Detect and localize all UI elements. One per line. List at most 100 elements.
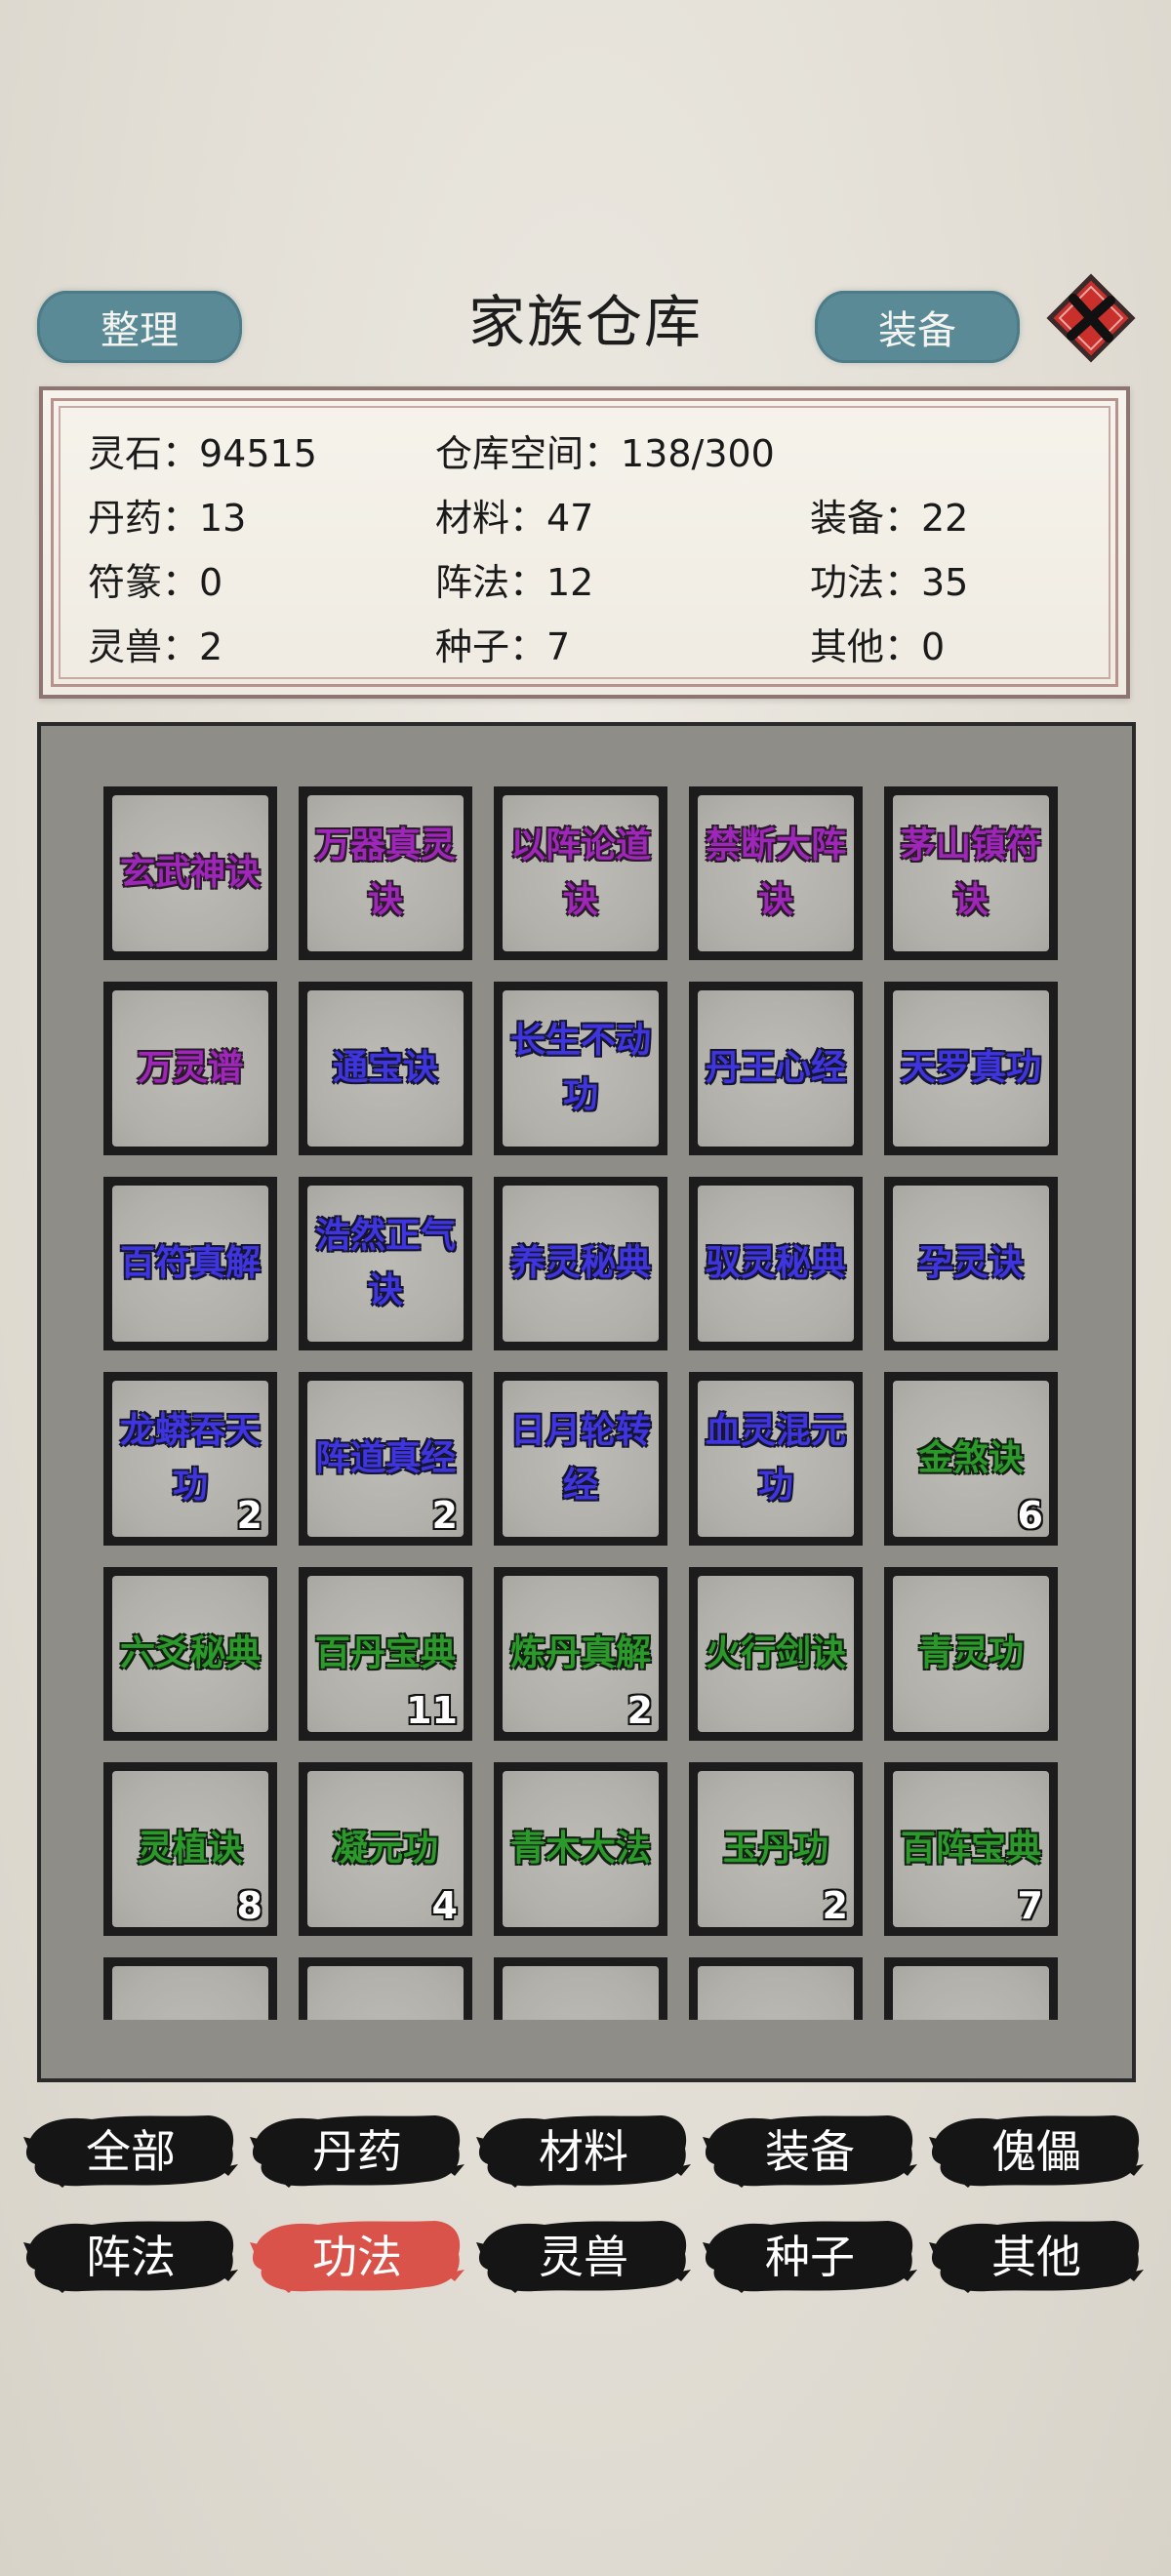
tab-3[interactable]: 装备: [703, 2108, 917, 2190]
item-name: 琉璃金身: [313, 2017, 458, 2020]
tab-label: 种子: [765, 2231, 855, 2283]
item-name: 禁断大阵诀: [705, 825, 846, 920]
tab-0[interactable]: 全部: [23, 2108, 238, 2190]
item-count: 11: [406, 1689, 458, 1732]
item-slot[interactable]: 血灵混元功: [689, 1372, 863, 1546]
item-slot[interactable]: 养灵秘典: [494, 1177, 667, 1350]
item-slot[interactable]: 茅山镇符诀: [884, 786, 1058, 960]
item-slot[interactable]: 青木大法: [494, 1762, 667, 1936]
item-slot[interactable]: 玄武神诀: [103, 786, 277, 960]
item-grid[interactable]: 玄武神诀 万器真灵诀 以阵论道诀 禁断大阵诀 茅山镇符诀万灵谱 通宝诀 长生不动功 丹王心经 天…: [103, 786, 1079, 2020]
item-slot[interactable]: 炼丹真解 2: [494, 1567, 667, 1741]
tab-9[interactable]: 其他: [929, 2213, 1144, 2295]
tab-8[interactable]: 种子: [703, 2213, 917, 2295]
equip-button[interactable]: 装备: [815, 291, 1020, 363]
item-slot[interactable]: [884, 1957, 1058, 2020]
item-slot[interactable]: [103, 1957, 277, 2020]
item-slot-face: 驭灵秘典: [698, 1186, 854, 1342]
item-slot[interactable]: 通宝诀: [299, 982, 472, 1155]
item-slot-face: 青木大法: [503, 1771, 659, 1927]
item-slot[interactable]: 五行养灵: [494, 1957, 667, 2020]
item-slot-face: 浩然正气诀: [307, 1186, 464, 1342]
item-slot-face: 金煞诀 6: [893, 1381, 1049, 1537]
techniques-stat: 功法：35: [810, 561, 969, 604]
item-name: 玄武神诀: [119, 853, 261, 893]
close-x-icon: [1046, 273, 1136, 363]
item-slot[interactable]: 百丹宝典 11: [299, 1567, 472, 1741]
tab-4[interactable]: 傀儡: [929, 2108, 1144, 2190]
item-name: 日月轮转经: [509, 1411, 651, 1506]
item-slot[interactable]: 孕灵诀: [884, 1177, 1058, 1350]
item-slot[interactable]: 日月轮转经: [494, 1372, 667, 1546]
item-count: 2: [236, 1494, 262, 1537]
item-name: 万器真灵诀: [314, 825, 456, 920]
item-slot[interactable]: 金煞诀 6: [884, 1372, 1058, 1546]
item-slot-face: 百符真解: [112, 1186, 268, 1342]
item-slot[interactable]: 龙蟒吞天功 2: [103, 1372, 277, 1546]
item-slot[interactable]: 以阵论道诀: [494, 786, 667, 960]
tab-1[interactable]: 丹药: [250, 2108, 464, 2190]
talismans-stat: 符篆：0: [88, 561, 223, 604]
item-slot-face: 琉璃金身: [307, 1966, 464, 2020]
item-name: 茅山镇符诀: [900, 825, 1041, 920]
item-slot[interactable]: 天罗真功: [884, 982, 1058, 1155]
item-name: 百丹宝典: [314, 1633, 456, 1673]
item-slot-face: 养灵秘典: [503, 1186, 659, 1342]
item-slot[interactable]: [689, 1957, 863, 2020]
item-slot[interactable]: 青灵功: [884, 1567, 1058, 1741]
item-slot[interactable]: 百阵宝典 7: [884, 1762, 1058, 1936]
item-slot-face: [698, 1966, 854, 2020]
item-slot[interactable]: 玉丹功 2: [689, 1762, 863, 1936]
item-slot[interactable]: 凝元功 4: [299, 1762, 472, 1936]
item-slot-face: 凝元功 4: [307, 1771, 464, 1927]
item-slot-face: 玄武神诀: [112, 795, 268, 951]
item-name: 炼丹真解: [509, 1633, 651, 1673]
others-stat: 其他：0: [810, 625, 946, 668]
item-slot[interactable]: 丹王心经: [689, 982, 863, 1155]
item-slot-face: 日月轮转经: [503, 1381, 659, 1537]
item-slot-face: 百丹宝典 11: [307, 1576, 464, 1732]
item-slot-face: 玉丹功 2: [698, 1771, 854, 1927]
item-slot[interactable]: 六爻秘典: [103, 1567, 277, 1741]
item-slot-face: 禁断大阵诀: [698, 795, 854, 951]
item-count: 8: [236, 1884, 262, 1927]
item-slot-face: 以阵论道诀: [503, 795, 659, 951]
seeds-stat: 种子：7: [435, 625, 571, 668]
item-name: 百阵宝典: [900, 1829, 1041, 1869]
item-name: 阵道真经: [314, 1438, 456, 1478]
item-slot-face: 血灵混元功: [698, 1381, 854, 1537]
item-slot[interactable]: 浩然正气诀: [299, 1177, 472, 1350]
item-slot-face: 火行剑诀: [698, 1576, 854, 1732]
item-slot[interactable]: 阵道真经 2: [299, 1372, 472, 1546]
tab-label: 阵法: [86, 2231, 176, 2283]
item-slot[interactable]: 火行剑诀: [689, 1567, 863, 1741]
item-name: 浩然正气诀: [314, 1216, 456, 1310]
item-slot[interactable]: 长生不动功: [494, 982, 667, 1155]
item-slot[interactable]: 驭灵秘典: [689, 1177, 863, 1350]
item-slot[interactable]: 禁断大阵诀: [689, 786, 863, 960]
item-slot[interactable]: 万器真灵诀: [299, 786, 472, 960]
tab-6[interactable]: 功法: [250, 2213, 464, 2295]
item-slot-face: 百阵宝典 7: [893, 1771, 1049, 1927]
item-name: 丹王心经: [705, 1048, 846, 1088]
close-button[interactable]: [1046, 273, 1136, 363]
item-name: 玉丹功: [722, 1829, 828, 1869]
item-slot[interactable]: 琉璃金身: [299, 1957, 472, 2020]
warehouse-stats-panel: 灵石：94515 仓库空间：138/300 丹药：13 材料：47 装备：22 …: [39, 386, 1130, 699]
item-name: 百符真解: [119, 1243, 261, 1283]
item-slot[interactable]: 百符真解: [103, 1177, 277, 1350]
item-name: 灵植诀: [137, 1829, 243, 1869]
spirit-stone-stat: 灵石：94515: [88, 432, 317, 475]
item-slot-face: 通宝诀: [307, 990, 464, 1147]
formations-stat: 阵法：12: [435, 561, 594, 604]
item-slot-face: 灵植诀 8: [112, 1771, 268, 1927]
tab-5[interactable]: 阵法: [23, 2213, 238, 2295]
tab-7[interactable]: 灵兽: [476, 2213, 691, 2295]
item-slot[interactable]: 灵植诀 8: [103, 1762, 277, 1936]
tab-2[interactable]: 材料: [476, 2108, 691, 2190]
storage-space-stat: 仓库空间：138/300: [435, 432, 775, 475]
item-slot-face: 万灵谱: [112, 990, 268, 1147]
item-slot-face: 阵道真经 2: [307, 1381, 464, 1537]
item-slot[interactable]: 万灵谱: [103, 982, 277, 1155]
item-name: 青灵功: [917, 1633, 1024, 1673]
